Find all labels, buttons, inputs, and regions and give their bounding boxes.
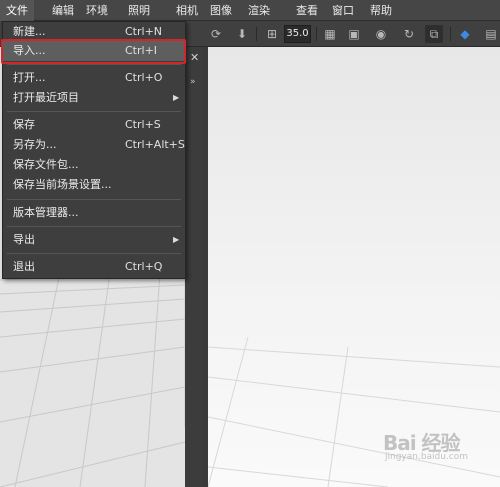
expand-icon[interactable]: » bbox=[190, 77, 196, 87]
panel-strip bbox=[185, 47, 203, 487]
menu-item-open-recent[interactable]: 打开最近项目 ▶ bbox=[3, 88, 185, 108]
menu-item-label: 保存 bbox=[13, 118, 35, 131]
menu-separator bbox=[7, 253, 181, 254]
menu-item-label: 打开... bbox=[13, 71, 46, 84]
menu-bar: 文件 编辑 环境 照明 相机 图像 渲染 查看 窗口 帮助 bbox=[0, 0, 500, 21]
menu-item-export[interactable]: 导出 ▶ bbox=[3, 230, 185, 250]
watermark-subtext: jingyan.baidu.com bbox=[385, 452, 469, 462]
menu-edit[interactable]: 编辑 bbox=[46, 0, 80, 21]
menu-item-label: 保存文件包... bbox=[13, 158, 79, 171]
copy-icon[interactable]: ⧉ bbox=[425, 25, 443, 43]
toolbar-separator bbox=[450, 27, 451, 41]
menu-item-save-scene-settings[interactable]: 保存当前场景设置... bbox=[3, 175, 185, 195]
menu-render[interactable]: 渲染 bbox=[242, 0, 276, 21]
menu-item-open[interactable]: 打开... Ctrl+O bbox=[3, 68, 185, 88]
cube-icon[interactable]: ◆ bbox=[456, 25, 474, 43]
menu-camera[interactable]: 相机 bbox=[170, 0, 204, 21]
menu-item-save-as[interactable]: 另存为... Ctrl+Alt+S bbox=[3, 135, 185, 155]
menu-item-save-package[interactable]: 保存文件包... bbox=[3, 155, 185, 175]
menu-help[interactable]: 帮助 bbox=[364, 0, 398, 21]
menu-separator bbox=[7, 199, 181, 200]
menu-item-shortcut: Ctrl+S bbox=[125, 118, 161, 131]
viewport-grid bbox=[208, 336, 500, 487]
menu-environment[interactable]: 环境 bbox=[80, 0, 114, 21]
zoom-input[interactable]: 35.0 bbox=[284, 25, 311, 43]
menu-image[interactable]: 图像 bbox=[204, 0, 238, 21]
camera-icon[interactable]: ◉ bbox=[370, 25, 392, 43]
menu-item-label: 退出 bbox=[13, 260, 35, 273]
panel-icon[interactable]: ▤ bbox=[482, 25, 500, 43]
menu-view[interactable]: 查看 bbox=[290, 0, 324, 21]
menu-item-shortcut: Ctrl+Q bbox=[125, 260, 163, 273]
fit-icon[interactable]: ⊞ bbox=[263, 25, 281, 43]
menu-item-label: 版本管理器... bbox=[13, 206, 79, 219]
close-icon[interactable]: ✕ bbox=[190, 51, 199, 64]
menu-file[interactable]: 文件 bbox=[0, 0, 34, 21]
menu-separator bbox=[7, 111, 181, 112]
menu-item-exit[interactable]: 退出 Ctrl+Q bbox=[3, 257, 185, 277]
menu-separator bbox=[7, 64, 181, 65]
menu-separator bbox=[7, 226, 181, 227]
menu-lighting[interactable]: 照明 bbox=[122, 0, 156, 21]
lock-icon[interactable]: ⟳ bbox=[207, 25, 225, 43]
toolbar-separator bbox=[256, 27, 257, 41]
menu-item-shortcut: Ctrl+O bbox=[125, 71, 163, 84]
menu-item-label: 新建... bbox=[13, 25, 46, 38]
snapshot-icon[interactable]: ▣ bbox=[345, 25, 363, 43]
menu-item-label: 另存为... bbox=[13, 138, 57, 151]
watermark: Bai 经验 jingyan.baidu.com bbox=[383, 427, 493, 465]
toolbar-separator bbox=[316, 27, 317, 41]
menu-item-save[interactable]: 保存 Ctrl+S bbox=[3, 115, 185, 135]
submenu-arrow-icon: ▶ bbox=[173, 93, 180, 102]
menu-item-version-manager[interactable]: 版本管理器... bbox=[3, 203, 185, 223]
grid-icon[interactable]: ▦ bbox=[321, 25, 339, 43]
refresh-icon[interactable]: ↻ bbox=[400, 25, 418, 43]
submenu-arrow-icon: ▶ bbox=[173, 235, 180, 244]
menu-item-label: 打开最近项目 bbox=[13, 91, 79, 104]
menu-window[interactable]: 窗口 bbox=[326, 0, 360, 21]
render-viewport[interactable] bbox=[208, 47, 500, 487]
menu-item-shortcut: Ctrl+Alt+S bbox=[125, 138, 185, 151]
menu-item-label: 导出 bbox=[13, 233, 35, 246]
move-down-icon[interactable]: ⬇ bbox=[233, 25, 251, 43]
highlight-annotation bbox=[1, 39, 186, 64]
menu-item-label: 保存当前场景设置... bbox=[13, 178, 112, 191]
